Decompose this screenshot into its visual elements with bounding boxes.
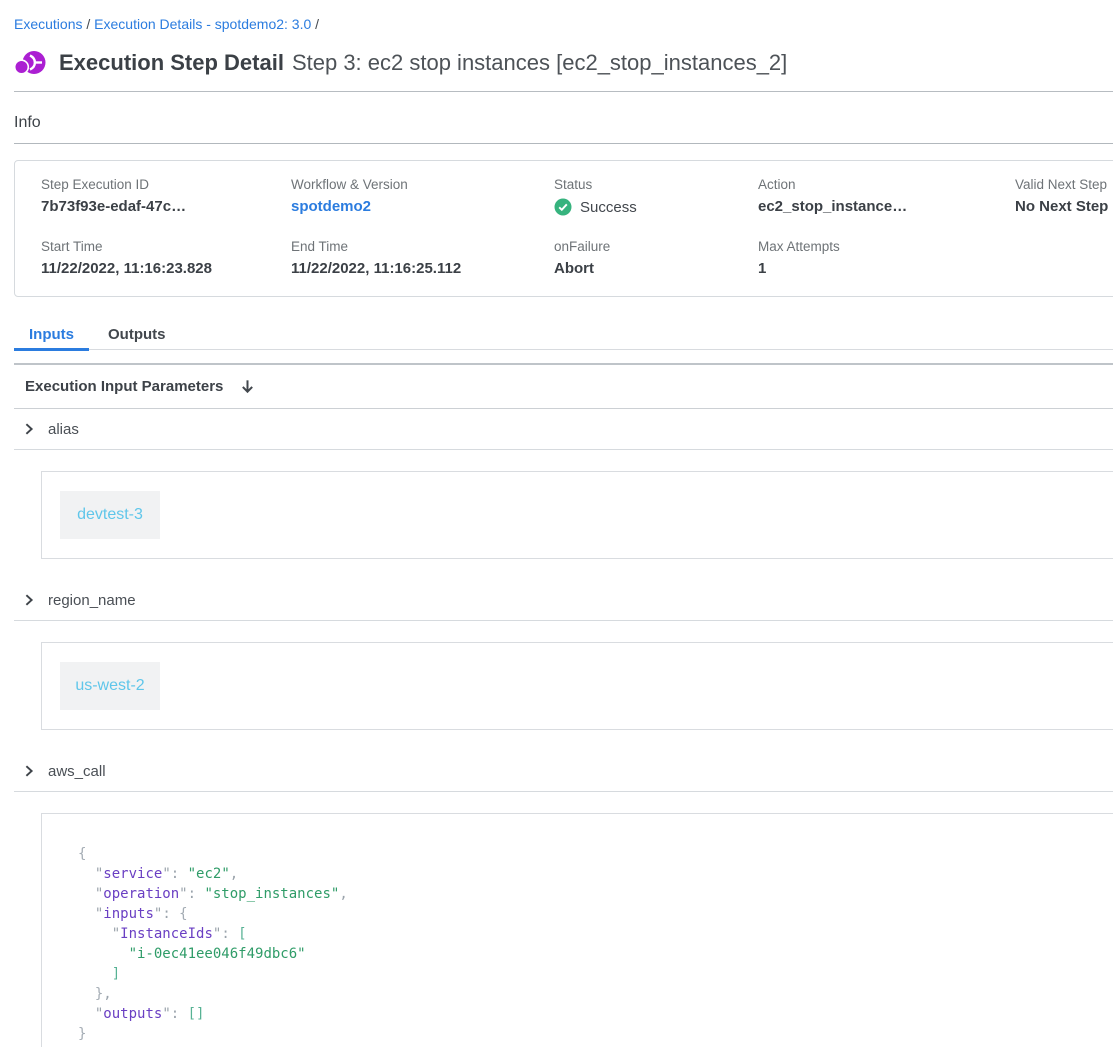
param-toggle-alias[interactable]: alias	[14, 409, 1113, 450]
info-field-valid-next-step: Valid Next Step No Next Step	[1015, 177, 1112, 216]
field-label: Max Attempts	[758, 239, 1015, 254]
field-value: Abort	[554, 260, 758, 277]
execution-step-detail-page: Executions / Execution Details - spotdem…	[0, 0, 1113, 1047]
chevron-right-icon	[22, 422, 36, 436]
field-label: Valid Next Step	[1015, 177, 1112, 192]
field-value: 1	[758, 260, 1015, 277]
json-code-block: { "service": "ec2", "operation": "stop_i…	[78, 844, 1113, 1044]
breadcrumb-link-executions[interactable]: Executions	[14, 16, 82, 32]
breadcrumb-separator: /	[311, 16, 319, 32]
info-grid: Step Execution ID 7b73f93e-edaf-47c…Workf…	[41, 177, 1112, 277]
field-label: Start Time	[41, 239, 291, 254]
chevron-right-icon	[22, 764, 36, 778]
status-text: Success	[580, 199, 637, 216]
page-header: Execution Step Detail Step 3: ec2 stop in…	[14, 48, 1113, 92]
info-field-action: Action ec2_stop_instance…	[758, 177, 1015, 216]
status-value: Success	[554, 198, 758, 216]
page-subtitle: Step 3: ec2 stop instances [ec2_stop_ins…	[292, 50, 787, 75]
field-label: Workflow & Version	[291, 177, 554, 192]
info-field-start-time: Start Time 11/22/2022, 11:16:23.828	[41, 239, 291, 277]
breadcrumb-link-execution-details-spotdemo2-3-0[interactable]: Execution Details - spotdemo2: 3.0	[94, 16, 311, 32]
tab-outputs[interactable]: Outputs	[93, 321, 181, 351]
param-toggle-region-name[interactable]: region_name	[14, 580, 1113, 621]
execution-input-parameters-header: Execution Input Parameters	[14, 365, 1113, 409]
info-field-end-time: End Time 11/22/2022, 11:16:25.112	[291, 239, 554, 277]
param-toggle-aws-call[interactable]: aws_call	[14, 751, 1113, 792]
info-field-max-attempts: Max Attempts 1	[758, 239, 1015, 277]
param-value-chip: devtest-3	[60, 491, 160, 539]
field-label: Status	[554, 177, 758, 192]
field-label: End Time	[291, 239, 554, 254]
info-field-onfailure: onFailure Abort	[554, 239, 758, 277]
success-check-icon	[554, 198, 572, 216]
info-heading: Info	[14, 114, 1113, 144]
breadcrumb-separator: /	[82, 16, 94, 32]
tab-inputs[interactable]: Inputs	[14, 321, 89, 351]
param-name: region_name	[48, 592, 136, 609]
info-field-workflow-version: Workflow & Version spotdemo2	[291, 177, 554, 216]
breadcrumb: Executions / Execution Details - spotdem…	[14, 0, 1113, 34]
field-value: 11/22/2022, 11:16:25.112	[291, 260, 554, 277]
field-value: No Next Step	[1015, 198, 1112, 215]
param-value-box-aws-call: { "service": "ec2", "operation": "stop_i…	[41, 813, 1113, 1047]
info-card: Step Execution ID 7b73f93e-edaf-47c…Workf…	[14, 160, 1113, 297]
workflow-logo-icon	[14, 48, 46, 78]
tabs: InputsOutputs	[14, 321, 1113, 350]
param-value-chip: us-west-2	[60, 662, 160, 710]
field-label: Step Execution ID	[41, 177, 291, 192]
param-name: aws_call	[48, 763, 106, 780]
page-title: Execution Step Detail	[59, 50, 284, 75]
field-label: Action	[758, 177, 1015, 192]
info-field-step-execution-id: Step Execution ID 7b73f93e-edaf-47c…	[41, 177, 291, 216]
field-value: ec2_stop_instance…	[758, 198, 1015, 215]
chevron-right-icon	[22, 593, 36, 607]
parameters-list: alias devtest-3 region_name us-west-2 aws_ca…	[14, 409, 1113, 1047]
field-label: onFailure	[554, 239, 758, 254]
download-arrow-icon[interactable]	[239, 378, 256, 395]
param-value-box-alias: devtest-3	[41, 471, 1113, 559]
field-value: 11/22/2022, 11:16:23.828	[41, 260, 291, 277]
workflow-link[interactable]: spotdemo2	[291, 198, 554, 215]
field-value: 7b73f93e-edaf-47c…	[41, 198, 291, 215]
info-field-status: Status Success	[554, 177, 758, 216]
execution-input-parameters-title: Execution Input Parameters	[25, 378, 223, 395]
param-name: alias	[48, 421, 79, 438]
param-value-box-region-name: us-west-2	[41, 642, 1113, 730]
